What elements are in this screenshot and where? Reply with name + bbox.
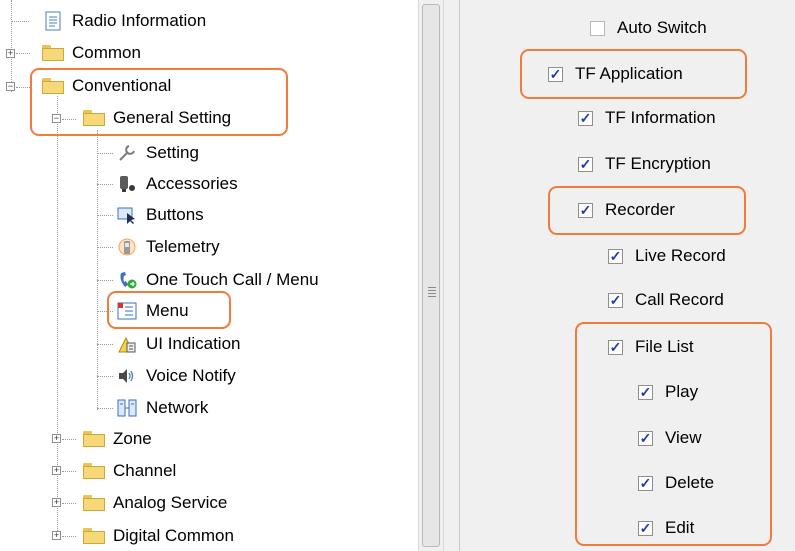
tree-item-buttons[interactable]: Buttons — [116, 202, 204, 228]
checkbox-checked[interactable]: ✓ — [578, 156, 593, 172]
tree-connector — [97, 184, 113, 185]
highlight-box — [107, 291, 231, 329]
tree-item-one-touch-call[interactable]: One Touch Call / Menu — [116, 267, 319, 293]
scrollbar-thumb[interactable] — [422, 4, 440, 547]
tree-connector — [11, 21, 29, 22]
tree-item-label: Radio Information — [72, 11, 207, 30]
folder-icon — [83, 525, 105, 547]
tree-scrollbar[interactable] — [418, 0, 444, 551]
tree-connector — [16, 87, 30, 88]
tree-connector — [16, 53, 30, 54]
expand-icon[interactable]: + — [52, 466, 61, 475]
tree-connector — [97, 153, 113, 154]
folder-icon — [83, 428, 105, 450]
checkbox-tf-information[interactable]: ✓ TF Information — [578, 105, 716, 131]
tree-connector — [97, 130, 98, 410]
option-label: TF Encryption — [605, 154, 711, 173]
telemetry-icon — [116, 236, 138, 258]
network-icon — [116, 397, 138, 419]
tree-item-telemetry[interactable]: Telemetry — [116, 234, 220, 260]
expand-icon[interactable]: + — [52, 498, 61, 507]
checkbox-checked[interactable]: ✓ — [608, 292, 623, 308]
tree-connector — [62, 439, 76, 440]
expand-icon[interactable]: + — [52, 434, 61, 443]
tree-item-setting[interactable]: Setting — [116, 140, 199, 166]
tree-item-label: Zone — [113, 429, 152, 448]
tree-item-label: Digital Common — [113, 526, 234, 545]
checkbox-checked[interactable]: ✓ — [608, 248, 623, 264]
tree-item-voice-notify[interactable]: Voice Notify — [116, 363, 236, 389]
tree-item-label: Network — [146, 398, 209, 417]
checkbox-tf-encryption[interactable]: ✓ TF Encryption — [578, 151, 711, 177]
tree-item-network[interactable]: Network — [116, 395, 208, 421]
tree-item-label: Analog Service — [113, 493, 228, 512]
grip-icon — [428, 287, 436, 299]
tree-item-zone[interactable]: Zone — [83, 426, 152, 452]
highlight-box — [575, 322, 772, 546]
tree-connector — [97, 247, 113, 248]
tree-item-label: Voice Notify — [146, 366, 236, 385]
tree-item-label: One Touch Call / Menu — [146, 270, 319, 289]
tree-item-label: Buttons — [146, 205, 204, 224]
checkbox-live-record[interactable]: ✓ Live Record — [608, 243, 726, 269]
highlight-box — [548, 186, 746, 235]
option-label: Live Record — [635, 246, 726, 265]
tree-item-label: UI Indication — [146, 334, 241, 353]
wrench-icon — [116, 142, 138, 164]
tree-connector — [62, 536, 76, 537]
folder-icon — [83, 492, 105, 514]
tree-connector — [97, 344, 113, 345]
speaker-icon — [116, 365, 138, 387]
ui-indication-icon — [116, 333, 138, 355]
option-label: Auto Switch — [617, 18, 707, 37]
tree-connector — [97, 215, 113, 216]
tree-item-digital-common[interactable]: Digital Common — [83, 523, 234, 549]
tree-connector — [97, 280, 113, 281]
tree-item-channel[interactable]: Channel — [83, 458, 176, 484]
options-panel: Auto Switch ✓ TF Application ✓ TF Inform… — [460, 0, 795, 551]
tree-item-accessories[interactable]: Accessories — [116, 171, 238, 197]
tree-connector — [62, 471, 76, 472]
tree-item-ui-indication[interactable]: UI Indication — [116, 331, 241, 357]
option-label: Call Record — [635, 290, 724, 309]
accessories-icon — [116, 173, 138, 195]
expand-icon[interactable]: + — [6, 49, 15, 58]
navigation-tree: + − − + + + + Radio Information Common C… — [0, 0, 418, 551]
tree-connector — [97, 408, 113, 409]
checkbox[interactable] — [590, 20, 605, 36]
tree-item-analog-service[interactable]: Analog Service — [83, 490, 227, 516]
folder-icon — [42, 42, 64, 64]
collapse-icon[interactable]: − — [6, 82, 15, 91]
checkbox-checked[interactable]: ✓ — [578, 110, 593, 126]
tree-item-label: Accessories — [146, 174, 238, 193]
tree-item-label: Setting — [146, 143, 199, 162]
call-menu-icon — [116, 269, 138, 291]
highlight-box — [520, 49, 747, 99]
checkbox-auto-switch[interactable]: Auto Switch — [590, 15, 707, 41]
tree-item-radio-information[interactable]: Radio Information — [42, 8, 206, 34]
panel-divider[interactable] — [444, 0, 460, 551]
tree-item-common[interactable]: Common — [42, 40, 141, 66]
expand-icon[interactable]: + — [52, 531, 61, 540]
tree-connector — [97, 376, 113, 377]
document-icon — [42, 10, 64, 32]
tree-item-label: Telemetry — [146, 237, 220, 256]
tree-connector — [62, 503, 76, 504]
highlight-box — [30, 68, 288, 136]
checkbox-call-record[interactable]: ✓ Call Record — [608, 287, 724, 313]
button-cursor-icon — [116, 204, 138, 226]
tree-item-label: Channel — [113, 461, 177, 480]
tree-item-label: Common — [72, 43, 141, 62]
folder-icon — [83, 460, 105, 482]
tree-connector — [11, 0, 12, 92]
option-label: TF Information — [605, 108, 716, 127]
